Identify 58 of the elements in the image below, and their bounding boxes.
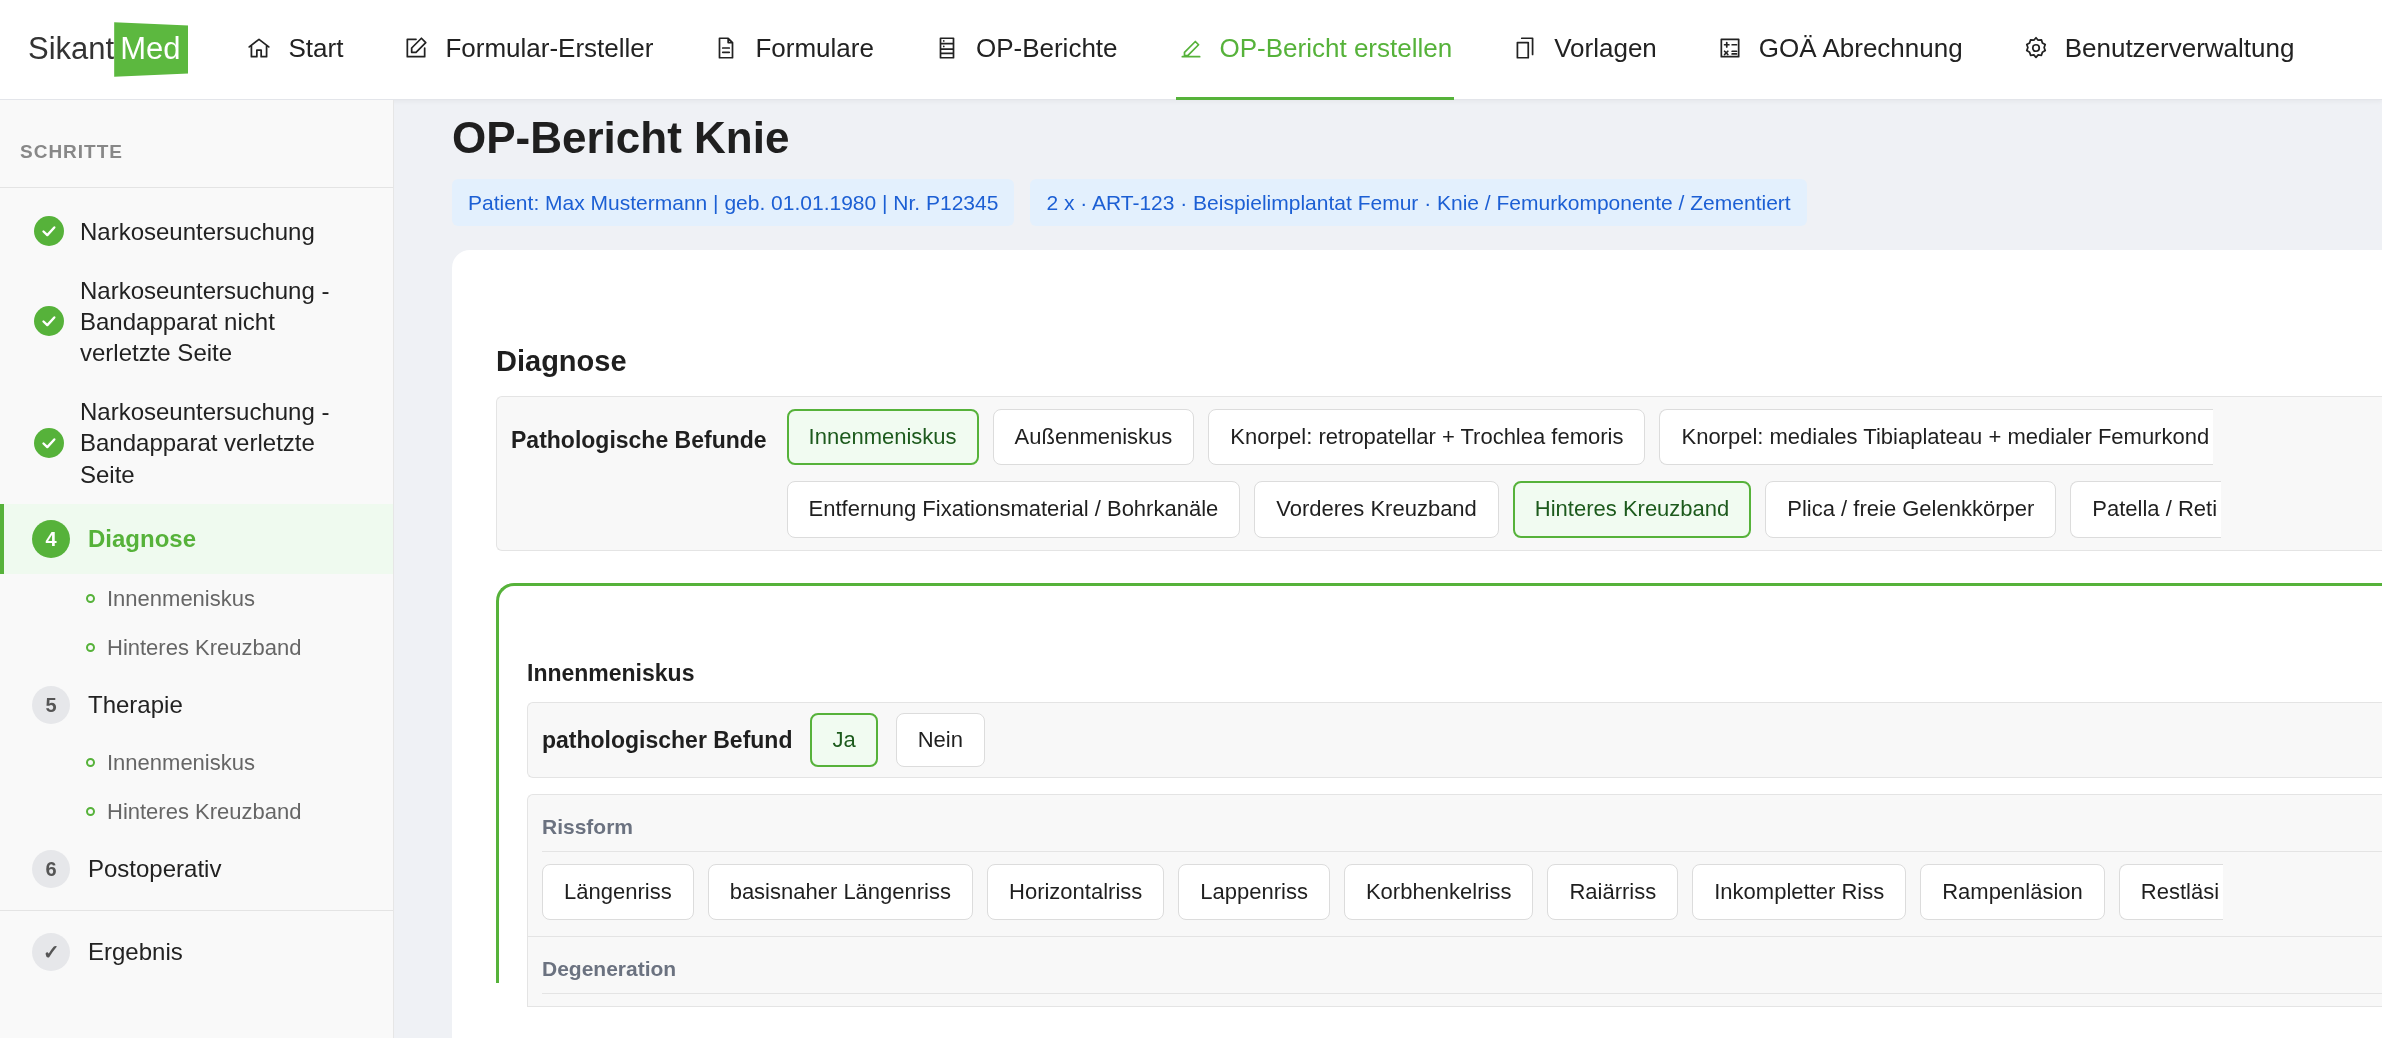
option-chip[interactable]: Entfernung Fixationsmaterial / Bohrkanäle (786, 481, 1241, 538)
option-chip[interactable]: Knorpel: retropatellar + Trochlea femoris (1208, 408, 1646, 466)
nav-tab[interactable]: Vorlagen (1510, 0, 1659, 100)
option-chip[interactable]: Knorpel: mediales Tibiaplateau + medialer Femurkond (1659, 408, 2214, 466)
sub-step[interactable]: Innenmeniskus (0, 737, 393, 787)
check-icon (34, 306, 64, 337)
option-chip[interactable]: Raiärriss (1547, 863, 1679, 921)
info-tag: Patient: Max Mustermann | geb. 01.01.1980 | Nr. P12345 (452, 178, 1015, 227)
nav-tab[interactable]: OP-Berichte (931, 0, 1120, 100)
option-chip[interactable]: Rampenläsion (1920, 863, 2105, 921)
sub-step[interactable]: Hinteres Kreuzband (0, 786, 393, 836)
option-chip[interactable]: Hinteres Kreuzband (1512, 481, 1752, 538)
check-icon (34, 428, 64, 459)
nav-tab[interactable]: Start (244, 0, 346, 100)
option-chip[interactable]: basisnaher Längenriss (707, 863, 973, 921)
option-chip[interactable]: Horizontalriss (987, 863, 1165, 921)
detail-title: Innenmeniskus (527, 658, 696, 688)
option-chip[interactable]: Inkompletter Riss (1692, 863, 1907, 921)
page-title: OP-Bericht Knie (452, 112, 791, 164)
option-chip[interactable]: Vorderes Kreuzband (1254, 481, 1499, 538)
step-number: 6 (32, 849, 70, 888)
option-chip[interactable]: Restläsi (2118, 863, 2224, 921)
field-label: Pathologische Befunde (511, 425, 767, 455)
nav-tab[interactable]: Benutzerverwaltung (2020, 0, 2297, 100)
option-chip[interactable]: Plica / freie Gelenkkörper (1765, 481, 2057, 538)
group-title: Degeneration (542, 953, 2382, 994)
step-item[interactable]: Narkoseuntersuchung - Bandapparat nicht verletzte Seite (0, 260, 393, 383)
step-item[interactable]: 5 Therapie (0, 671, 393, 738)
sub-step[interactable]: Innenmeniskus (0, 573, 393, 623)
sidebar-heading: SCHRITTE (0, 100, 393, 188)
step-item[interactable]: 6 Postoperativ (0, 835, 393, 902)
answer-chip[interactable]: Nein (895, 713, 985, 768)
option-chip[interactable]: Patella / Reti (2070, 481, 2222, 538)
option-chip[interactable]: Außenmeniskus (992, 408, 1195, 466)
nav-tab[interactable]: Formulare (711, 0, 876, 100)
step-item[interactable]: Narkoseuntersuchung (0, 201, 393, 261)
step-item[interactable]: Narkoseuntersuchung - Bandapparat verletzte Seite (0, 382, 393, 504)
section-title: Diagnose (496, 344, 628, 380)
group-title: Rissform (542, 811, 2382, 852)
info-tag: 2 x · ART-123 · Beispielimplantat Femur · Knie / Femurkomponente / Zementiert (1030, 178, 1807, 227)
option-chip[interactable]: Innenmeniskus (786, 408, 979, 466)
option-chip[interactable]: Korbhenkelriss (1343, 863, 1534, 921)
answer-chip[interactable]: Ja (810, 713, 878, 768)
edit-icon (403, 35, 430, 61)
nav-tab[interactable]: GOÄ Abrechnung (1714, 0, 1965, 100)
step-number: ✓ (32, 932, 70, 971)
logo-badge: Med (114, 22, 189, 77)
step-number: 4 (32, 519, 70, 558)
option-chip[interactable]: Lappenriss (1178, 863, 1330, 921)
nav-tab[interactable]: Formular-Ersteller (401, 0, 656, 100)
check-icon (34, 216, 64, 247)
question-label: pathologischer Befund (542, 726, 793, 755)
sub-step[interactable]: Hinteres Kreuzband (0, 622, 393, 672)
logo-text: Sikant (28, 30, 115, 69)
option-chip[interactable]: Längenriss (542, 863, 694, 921)
logo[interactable]: Sikant Med (28, 22, 189, 77)
step-item[interactable]: ✓ Ergebnis (0, 909, 393, 985)
step-number: 5 (32, 685, 70, 724)
